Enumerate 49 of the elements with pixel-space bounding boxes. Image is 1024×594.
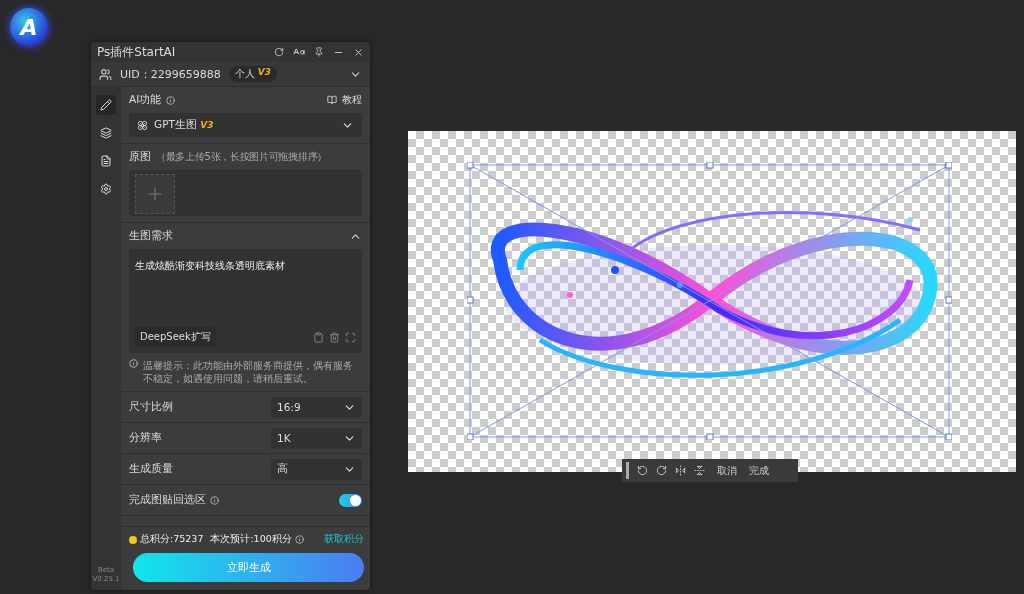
pen-icon[interactable] xyxy=(96,95,116,115)
rotate-right-icon[interactable] xyxy=(656,465,667,476)
users-icon xyxy=(99,67,112,81)
book-icon[interactable] xyxy=(327,95,337,105)
section-label: AI功能 xyxy=(129,93,162,107)
tutorial-link[interactable]: 教程 xyxy=(342,93,362,107)
flip-horizontal-icon[interactable] xyxy=(675,465,686,476)
info-icon xyxy=(129,359,138,368)
pin-icon[interactable] xyxy=(314,47,324,57)
info-icon xyxy=(294,535,304,544)
setting-label: 尺寸比例 xyxy=(129,400,173,414)
prompt-field[interactable]: 生成炫酷渐变科技线条透明底素材 DeepSeek扩写 xyxy=(129,249,362,353)
fullscreen-icon[interactable] xyxy=(345,331,356,343)
deepseek-expand-button[interactable]: DeepSeek扩写 xyxy=(135,327,216,347)
clipboard-icon[interactable] xyxy=(313,331,324,343)
get-credits-link[interactable]: 获取积分 xyxy=(324,533,364,546)
rotate-left-icon[interactable] xyxy=(637,465,648,476)
setting-select[interactable]: 1K xyxy=(271,427,362,449)
function-select[interactable]: GPT生图 V3 xyxy=(129,113,362,137)
window-title: Ps插件StartAI xyxy=(97,43,177,61)
section-label: 原图 xyxy=(129,150,151,164)
section-label: 生图需求 xyxy=(129,229,173,243)
flip-vertical-icon[interactable] xyxy=(694,465,705,476)
flower-icon xyxy=(137,119,148,131)
estimated-cost: 本次预计:100积分 xyxy=(210,533,292,546)
total-credits: 总积分:75237 xyxy=(140,533,204,546)
cancel-button[interactable]: 取消 xyxy=(717,463,737,478)
setting-label: 生成质量 xyxy=(129,462,173,476)
refresh-icon[interactable] xyxy=(274,47,284,57)
info-icon xyxy=(166,95,176,105)
trash-icon[interactable] xyxy=(329,331,340,343)
setting-select[interactable]: 16:9 xyxy=(271,396,362,418)
prompt-text: 生成炫酷渐变科技线条透明底素材 xyxy=(135,259,286,273)
upload-hint: （最多上传5张，长按图片可拖拽排序） xyxy=(156,150,327,164)
setting-select[interactable]: 高 xyxy=(271,458,362,480)
close-icon[interactable] xyxy=(353,46,364,58)
selection-frame[interactable] xyxy=(467,162,952,440)
plan-badge: 个人 V3 xyxy=(228,66,277,82)
setting-label: 分辨率 xyxy=(129,431,162,445)
drag-handle-icon[interactable] xyxy=(626,462,629,479)
coin-icon xyxy=(129,535,137,544)
user-id: UID：2299659888 xyxy=(120,66,221,82)
font-size-icon[interactable] xyxy=(293,46,305,58)
app-logo: A xyxy=(10,8,48,46)
notice-text: 温馨提示：此功能由外部服务商提供，偶有服务不稳定，如遇使用问题，请稍后重试。 xyxy=(143,359,354,385)
done-button[interactable]: 完成 xyxy=(749,463,769,478)
setting-label: 完成图贴回选区 xyxy=(129,493,206,507)
info-icon xyxy=(210,495,219,505)
toggle-switch[interactable] xyxy=(339,493,362,507)
